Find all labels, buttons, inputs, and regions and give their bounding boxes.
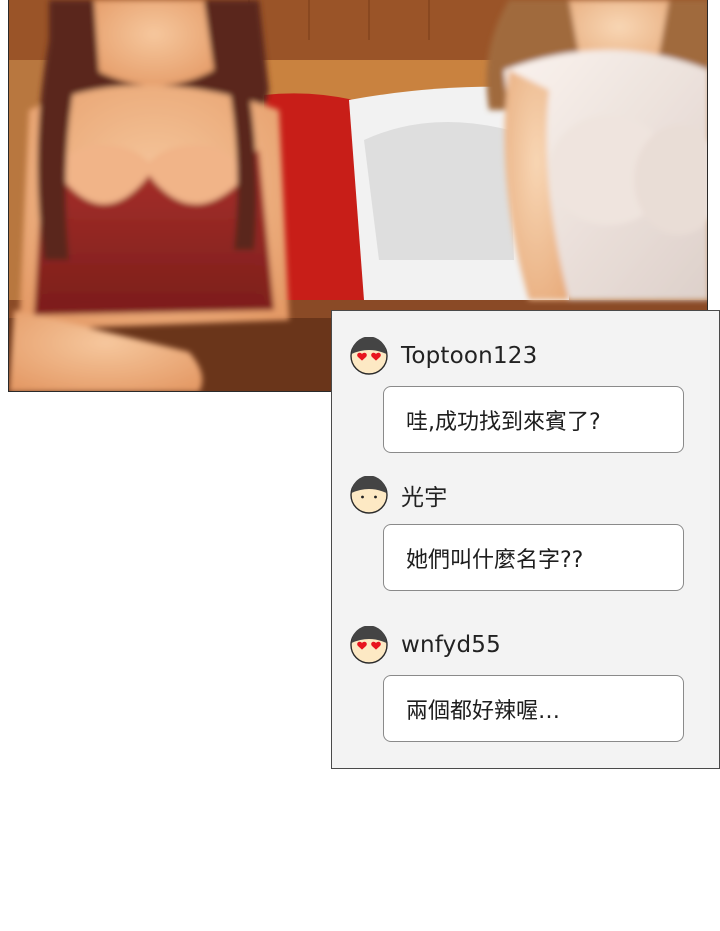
comment-header: 光宇: [350, 475, 447, 515]
comment-header: wnfyd55: [350, 625, 501, 665]
avatar-heart-eyes-icon: [350, 337, 388, 375]
comment-header: Toptoon123: [350, 336, 537, 376]
comment-bubble: 哇,成功找到來賓了?: [383, 386, 684, 453]
comment-card: Toptoon123 哇,成功找到來賓了? 光宇 她們叫什麼名字?? wnfyd…: [331, 310, 720, 769]
comment-bubble: 兩個都好辣喔…: [383, 675, 684, 742]
avatar-neutral-face-icon: [350, 476, 388, 514]
comment-username: Toptoon123: [401, 343, 538, 369]
avatar-heart-eyes-icon: [350, 626, 388, 664]
comment-username: 光宇: [401, 485, 448, 511]
comment-bubble: 她們叫什麼名字??: [383, 524, 684, 591]
comment-username: wnfyd55: [401, 632, 501, 658]
